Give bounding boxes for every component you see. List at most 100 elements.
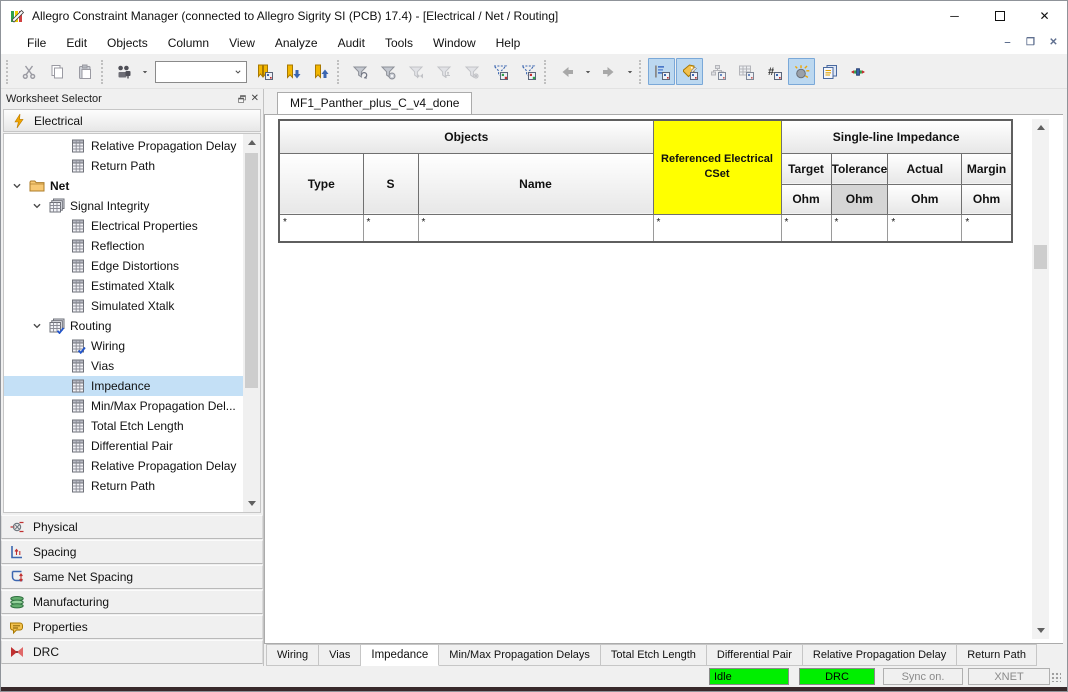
- column-header-margin[interactable]: Margin: [962, 153, 1012, 184]
- tree-item-relative-propagation-delay[interactable]: Relative Propagation Delay: [4, 456, 243, 476]
- minimize-button[interactable]: ─: [932, 1, 977, 31]
- nav-back-button[interactable]: [553, 58, 580, 85]
- caret-down-button[interactable]: [581, 58, 594, 85]
- column-group-objects[interactable]: Objects: [279, 120, 653, 153]
- tree-item-differential-pair[interactable]: Differential Pair: [4, 436, 243, 456]
- menu-edit[interactable]: Edit: [56, 33, 97, 53]
- find-button[interactable]: [110, 58, 137, 85]
- caret-down-button[interactable]: [623, 58, 636, 85]
- filter-spark-button[interactable]: [458, 58, 485, 85]
- resize-grip[interactable]: [1051, 672, 1061, 682]
- tab-relative-propagation-delay[interactable]: Relative Propagation Delay: [803, 644, 957, 666]
- column-header-tolerance[interactable]: Tolerance: [831, 153, 888, 184]
- document-tab[interactable]: MF1_Panther_plus_C_v4_done: [277, 92, 472, 114]
- menu-window[interactable]: Window: [423, 33, 486, 53]
- sidebar-section-physical[interactable]: Physical: [1, 515, 263, 539]
- column-header-s[interactable]: S: [363, 153, 418, 214]
- tab-vias[interactable]: Vias: [319, 644, 361, 666]
- filter-table-green-button[interactable]: [486, 58, 513, 85]
- sidebar-section-properties[interactable]: Properties: [1, 615, 263, 639]
- sidebar-section-manufacturing[interactable]: Manufacturing: [1, 590, 263, 614]
- sync-button[interactable]: Sync on.: [883, 668, 963, 685]
- table-scrollbar-thumb[interactable]: [1034, 245, 1047, 269]
- cut-button[interactable]: [15, 58, 42, 85]
- paste-button[interactable]: [71, 58, 98, 85]
- mdi-restore-button[interactable]: ❐: [1022, 34, 1039, 50]
- view-count-button[interactable]: #: [760, 58, 787, 85]
- table-scrollbar[interactable]: [1032, 119, 1049, 639]
- tree-item-wiring[interactable]: Wiring: [4, 336, 243, 356]
- unit-header-actual[interactable]: Ohm: [888, 184, 962, 214]
- filter-cell-cset[interactable]: *: [653, 214, 781, 242]
- filter-cell-s[interactable]: *: [363, 214, 418, 242]
- filter-cell-name[interactable]: *: [418, 214, 653, 242]
- menu-tools[interactable]: Tools: [375, 33, 423, 53]
- tree-item-simulated-xtalk[interactable]: Simulated Xtalk: [4, 296, 243, 316]
- view-xnet-button[interactable]: [844, 58, 871, 85]
- caret-down-button[interactable]: [138, 58, 151, 85]
- tree-scrollbar[interactable]: [243, 134, 260, 512]
- tree-item-relative-propagation-delay[interactable]: Relative Propagation Delay: [4, 136, 243, 156]
- tree-item-estimated-xtalk[interactable]: Estimated Xtalk: [4, 276, 243, 296]
- column-header-type[interactable]: Type: [279, 153, 363, 214]
- filter-cell-margin[interactable]: *: [962, 214, 1012, 242]
- filter-clear-button[interactable]: [374, 58, 401, 85]
- close-panel-icon[interactable]: ✕: [251, 93, 259, 104]
- tree-item-min-max-propagation-del[interactable]: Min/Max Propagation Del...: [4, 396, 243, 416]
- filter-cell-actual[interactable]: *: [888, 214, 962, 242]
- menu-help[interactable]: Help: [486, 33, 531, 53]
- view-table-button[interactable]: [732, 58, 759, 85]
- mdi-close-button[interactable]: ✕: [1045, 34, 1062, 50]
- xnet-button[interactable]: XNET: [968, 668, 1050, 685]
- column-header-referenced-cset[interactable]: Referenced Electrical CSet: [653, 120, 781, 214]
- tab-wiring[interactable]: Wiring: [266, 644, 319, 666]
- tab-total-etch-length[interactable]: Total Etch Length: [601, 644, 707, 666]
- menu-audit[interactable]: Audit: [328, 33, 375, 53]
- tree-item-electrical-properties[interactable]: Electrical Properties: [4, 216, 243, 236]
- filter-cell-tolerance[interactable]: *: [831, 214, 888, 242]
- table-scroll-up-icon[interactable]: [1032, 119, 1049, 136]
- filter-branch-button[interactable]: [430, 58, 457, 85]
- column-header-name[interactable]: Name: [418, 153, 653, 214]
- tree-item-return-path[interactable]: Return Path: [4, 476, 243, 496]
- find-combobox[interactable]: [155, 61, 247, 83]
- view-tag-button[interactable]: [676, 58, 703, 85]
- nav-forward-button[interactable]: [595, 58, 622, 85]
- tree-item-edge-distortions[interactable]: Edge Distortions: [4, 256, 243, 276]
- menu-view[interactable]: View: [219, 33, 265, 53]
- tree-item-impedance[interactable]: Impedance: [4, 376, 243, 396]
- tab-return-path[interactable]: Return Path: [957, 644, 1037, 666]
- tree-item-reflection[interactable]: Reflection: [4, 236, 243, 256]
- bookmarks-button[interactable]: [251, 58, 278, 85]
- menu-objects[interactable]: Objects: [97, 33, 158, 53]
- copy-button[interactable]: [43, 58, 70, 85]
- bookmark-down-button[interactable]: [279, 58, 306, 85]
- column-header-actual[interactable]: Actual: [888, 153, 962, 184]
- filter-table-red-button[interactable]: [514, 58, 541, 85]
- unit-header-target[interactable]: Ohm: [781, 184, 831, 214]
- close-button[interactable]: ✕: [1022, 1, 1067, 31]
- mdi-minimize-button[interactable]: ‒: [999, 34, 1016, 50]
- tree-scrollbar-thumb[interactable]: [245, 153, 258, 388]
- filter-cell-target[interactable]: *: [781, 214, 831, 242]
- menu-column[interactable]: Column: [158, 33, 219, 53]
- tree-item-vias[interactable]: Vias: [4, 356, 243, 376]
- tree-item-net[interactable]: Net: [4, 176, 243, 196]
- view-windows-button[interactable]: [816, 58, 843, 85]
- column-header-target[interactable]: Target: [781, 153, 831, 184]
- sidebar-section-spacing[interactable]: Spacing: [1, 540, 263, 564]
- tab-differential-pair[interactable]: Differential Pair: [707, 644, 803, 666]
- tree-item-return-path[interactable]: Return Path: [4, 156, 243, 176]
- scroll-up-icon[interactable]: [243, 134, 260, 151]
- sidebar-section-electrical[interactable]: Electrical: [3, 109, 261, 132]
- tree-item-total-etch-length[interactable]: Total Etch Length: [4, 416, 243, 436]
- table-scroll-down-icon[interactable]: [1032, 622, 1049, 639]
- sidebar-section-same-net-spacing[interactable]: Same Net Spacing: [1, 565, 263, 589]
- filter-cell-type[interactable]: *: [279, 214, 363, 242]
- column-group-single-line-impedance[interactable]: Single-line Impedance: [781, 120, 1012, 153]
- view-objects-button[interactable]: [648, 58, 675, 85]
- unit-header-tolerance[interactable]: Ohm: [831, 184, 888, 214]
- maximize-button[interactable]: [977, 1, 1022, 31]
- filter-drc-button[interactable]: [402, 58, 429, 85]
- tree-item-signal-integrity[interactable]: Signal Integrity: [4, 196, 243, 216]
